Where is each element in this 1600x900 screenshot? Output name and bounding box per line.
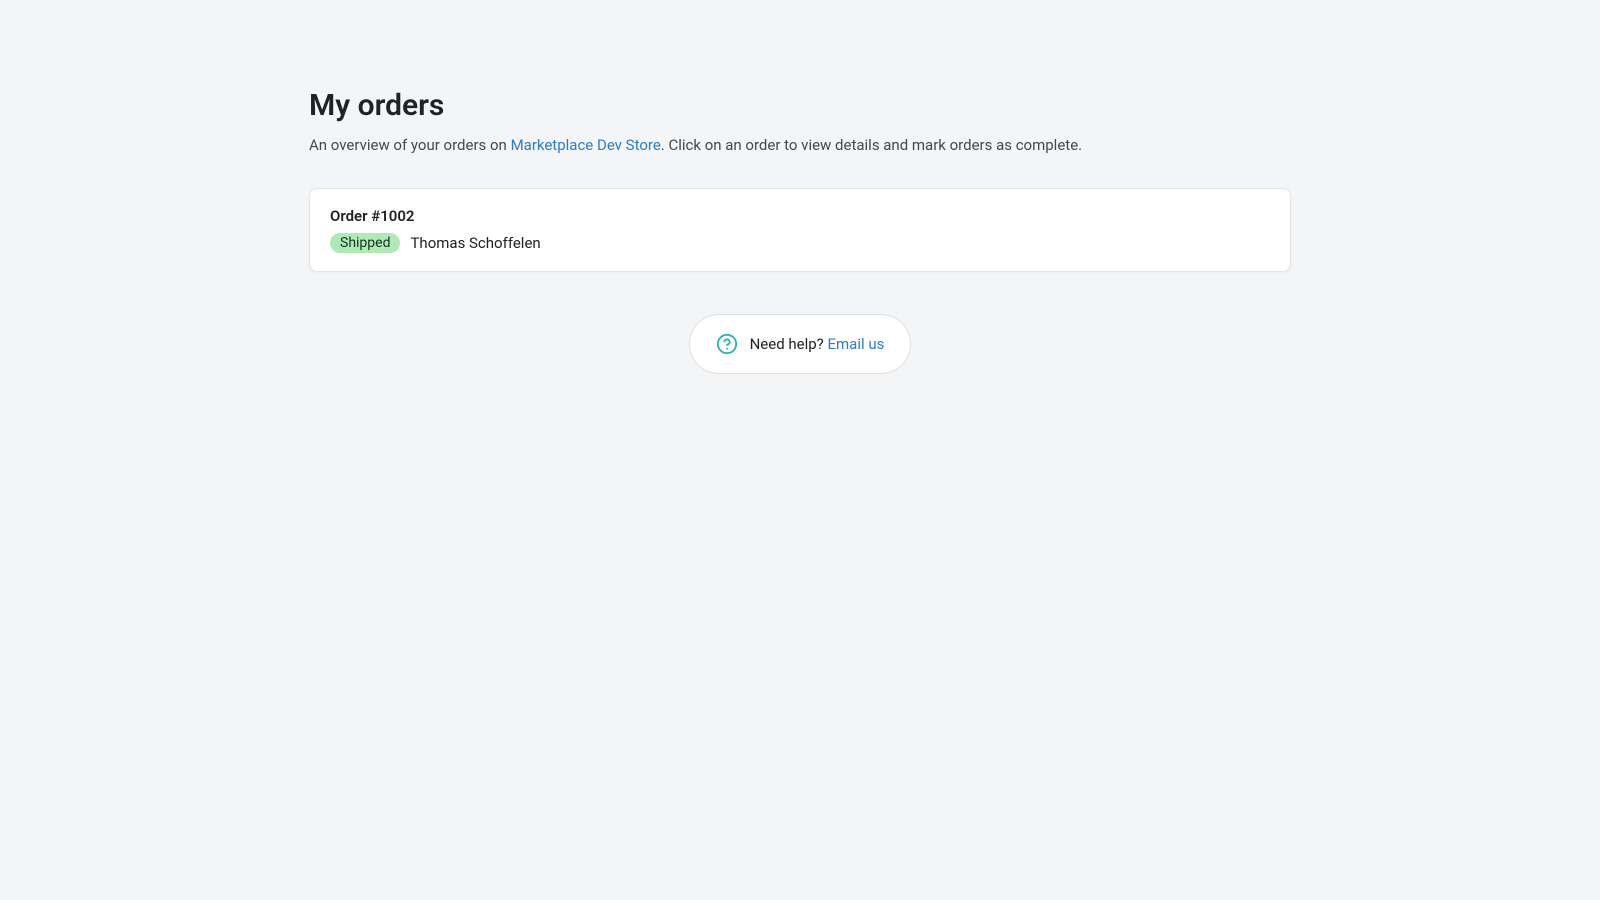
subtitle-suffix: . Click on an order to view details and … [661, 136, 1082, 154]
help-pill: Need help? Email us [689, 314, 912, 374]
customer-name: Thomas Schoffelen [410, 234, 540, 252]
subtitle-prefix: An overview of your orders on [309, 136, 511, 154]
help-circle-icon [716, 333, 738, 355]
help-section: Need help? Email us [309, 314, 1291, 374]
order-title: Order #1002 [330, 207, 1270, 225]
order-meta: Shipped Thomas Schoffelen [330, 233, 1270, 253]
page-title: My orders [309, 88, 1291, 123]
email-us-link[interactable]: Email us [828, 335, 885, 353]
help-text: Need help? Email us [750, 335, 885, 353]
help-prefix: Need help? [750, 335, 828, 353]
store-link[interactable]: Marketplace Dev Store [511, 136, 661, 154]
status-badge: Shipped [330, 233, 400, 253]
page-subtitle: An overview of your orders on Marketplac… [309, 135, 1291, 156]
order-card[interactable]: Order #1002 Shipped Thomas Schoffelen [309, 188, 1291, 272]
